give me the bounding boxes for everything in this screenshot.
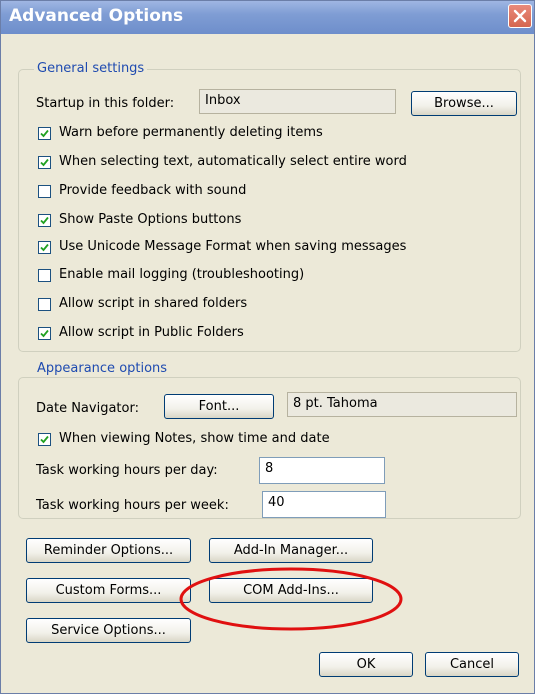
- startup-folder-field: Inbox: [199, 89, 396, 114]
- date-navigator-label: Date Navigator:: [36, 401, 139, 416]
- hours-per-week-input[interactable]: 40: [262, 491, 386, 518]
- notes-time-date-checkbox[interactable]: [38, 433, 51, 446]
- general-settings-legend: General settings: [34, 61, 148, 76]
- notes-time-date-label[interactable]: When viewing Notes, show time and date: [59, 431, 330, 446]
- font-value-field: 8 pt. Tahoma: [287, 392, 517, 417]
- dialog-title: Advanced Options: [9, 6, 184, 26]
- service-options-button[interactable]: Service Options...: [26, 618, 191, 643]
- general-option-label-4[interactable]: Use Unicode Message Format when saving m…: [59, 239, 406, 254]
- general-option-label-5[interactable]: Enable mail logging (troubleshooting): [59, 267, 304, 282]
- browse-button[interactable]: Browse...: [411, 91, 517, 116]
- startup-folder-label: Startup in this folder:: [36, 96, 175, 111]
- general-option-checkbox-4[interactable]: [38, 241, 51, 254]
- general-option-label-0[interactable]: Warn before permanently deleting items: [59, 125, 323, 140]
- title-bar[interactable]: Advanced Options: [1, 1, 534, 34]
- ok-button[interactable]: OK: [319, 652, 413, 677]
- checkmark-icon: [40, 158, 49, 167]
- checkmark-icon: [40, 435, 49, 444]
- general-option-label-6[interactable]: Allow script in shared folders: [59, 296, 247, 311]
- appearance-options-legend: Appearance options: [34, 361, 171, 376]
- checkmark-icon: [40, 129, 49, 138]
- general-option-label-3[interactable]: Show Paste Options buttons: [59, 212, 241, 227]
- font-button[interactable]: Font...: [164, 394, 274, 419]
- general-option-checkbox-6[interactable]: [38, 298, 51, 311]
- general-option-checkbox-0[interactable]: [38, 127, 51, 140]
- custom-forms-button[interactable]: Custom Forms...: [26, 578, 191, 603]
- general-option-checkbox-1[interactable]: [38, 156, 51, 169]
- hours-per-day-input[interactable]: 8: [259, 457, 385, 484]
- general-option-checkbox-5[interactable]: [38, 269, 51, 282]
- reminder-options-button[interactable]: Reminder Options...: [26, 538, 191, 563]
- advanced-options-dialog: Advanced Options General settings Startu…: [0, 0, 535, 694]
- checkmark-icon: [40, 243, 49, 252]
- general-option-label-1[interactable]: When selecting text, automatically selec…: [59, 154, 407, 169]
- general-option-checkbox-7[interactable]: [38, 327, 51, 340]
- general-option-checkbox-2[interactable]: [38, 185, 51, 198]
- add-in-manager-button[interactable]: Add-In Manager...: [209, 538, 373, 563]
- com-add-ins-button[interactable]: COM Add-Ins...: [209, 578, 373, 603]
- general-option-checkbox-3[interactable]: [38, 214, 51, 227]
- checkmark-icon: [40, 329, 49, 338]
- close-button[interactable]: [508, 4, 532, 28]
- cancel-button[interactable]: Cancel: [425, 652, 519, 677]
- checkmark-icon: [40, 216, 49, 225]
- hours-per-week-label: Task working hours per week:: [36, 498, 229, 513]
- general-option-label-2[interactable]: Provide feedback with sound: [59, 183, 246, 198]
- hours-per-day-label: Task working hours per day:: [36, 463, 218, 478]
- close-x-icon: [513, 9, 527, 23]
- general-option-label-7[interactable]: Allow script in Public Folders: [59, 325, 244, 340]
